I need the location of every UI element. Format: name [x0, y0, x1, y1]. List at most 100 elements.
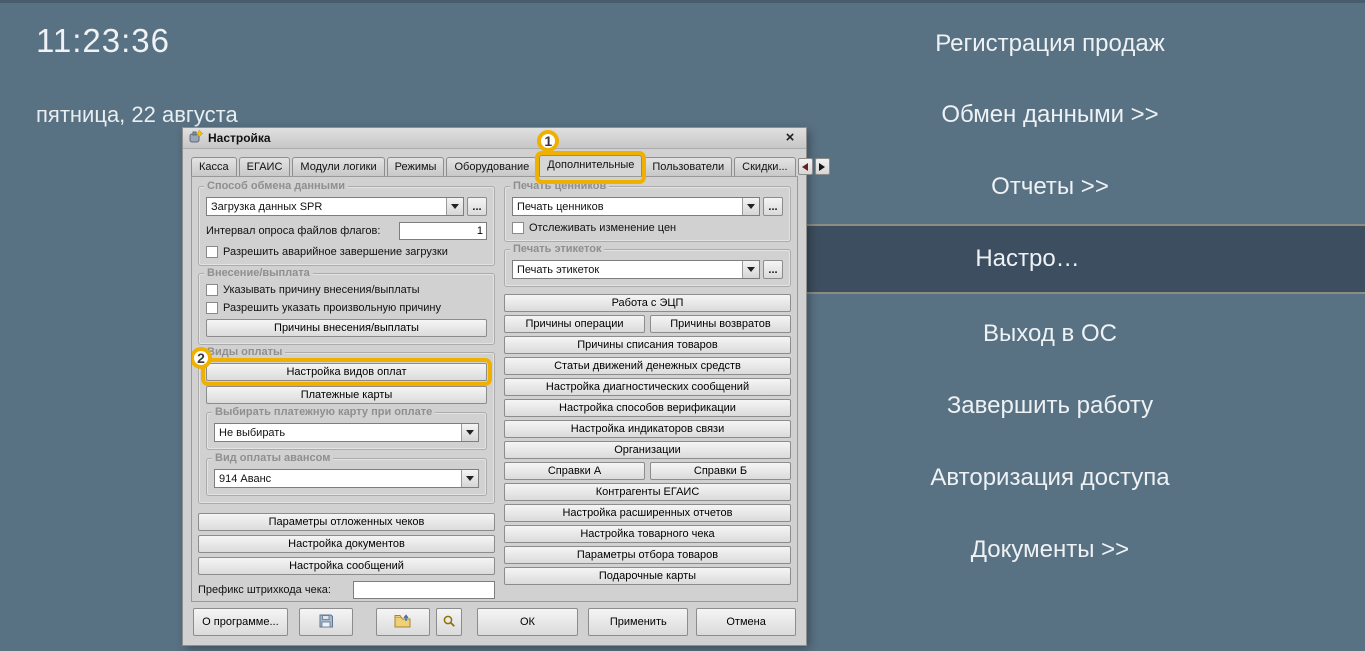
payment-cards-button[interactable]: Платежные карты [206, 386, 487, 404]
group-label-print-title: Печать этикеток [510, 243, 604, 255]
price-tags-value: Печать ценников [513, 198, 742, 215]
dialog-titlebar[interactable]: Настройка × [183, 128, 806, 149]
cashflow-articles-button[interactable]: Статьи движений денежных средств [504, 357, 791, 375]
cash-reasons-button[interactable]: Причины внесения/выплаты [206, 319, 487, 337]
custom-reason-checkbox[interactable] [206, 302, 218, 314]
card-select-dropdown-button[interactable] [461, 424, 478, 441]
label-print-combobox[interactable]: Печать этикеток [512, 260, 760, 279]
advance-payment-value: 914 Аванс [215, 470, 461, 487]
exchange-method-combobox[interactable]: Загрузка данных SPR [206, 197, 464, 216]
extended-reports-button[interactable]: Настройка расширенных отчетов [504, 504, 791, 522]
operation-reasons-button[interactable]: Причины операции [504, 315, 645, 333]
link-indicators-button[interactable]: Настройка индикаторов связи [504, 420, 791, 438]
tab-egais[interactable]: ЕГАИС [239, 157, 291, 176]
price-tags-dropdown-button[interactable] [742, 198, 759, 215]
spravki-a-button[interactable]: Справки А [504, 462, 645, 480]
tab-kassa[interactable]: Касса [191, 157, 237, 176]
card-select-combobox[interactable]: Не выбирать [214, 423, 479, 442]
menu-item-exit-os[interactable]: Выход в ОС [735, 316, 1365, 352]
search-icon [442, 614, 456, 631]
track-price-change-checkbox-label: Отслеживать изменение цен [529, 222, 676, 234]
menu-item-data-exchange[interactable]: Обмен данными >> [735, 97, 1365, 133]
settings-app-icon [189, 130, 203, 147]
tab-dopolnitelnye-label: Дополнительные [547, 159, 634, 171]
menu-item-documents[interactable]: Документы >> [735, 532, 1365, 568]
exchange-method-ellipsis-button[interactable]: ... [467, 197, 487, 216]
tab-scroll-arrows [798, 158, 830, 176]
group-card-select: Выбирать платежную карту при оплате Не в… [206, 412, 487, 450]
price-tags-combobox[interactable]: Печать ценников [512, 197, 760, 216]
label-print-ellipsis-button[interactable]: ... [763, 260, 783, 279]
chevron-down-icon [451, 204, 459, 209]
cash-reason-checkbox[interactable] [206, 284, 218, 296]
floppy-save-icon [318, 613, 334, 632]
receipt-setup-button[interactable]: Настройка товарного чека [504, 525, 791, 543]
group-cash-in-out-title: Внесение/выплата [204, 267, 313, 279]
deferred-receipts-button[interactable]: Параметры отложенных чеков [198, 513, 495, 531]
menu-item-shutdown[interactable]: Завершить работу [735, 388, 1365, 424]
group-price-tags: Печать ценников Печать ценников ... Отсл… [504, 186, 791, 242]
about-button[interactable]: О программе... [193, 608, 288, 636]
arrow-left-icon [802, 163, 808, 171]
dialog-footer: О программе... [183, 602, 806, 645]
group-label-print: Печать этикеток Печать этикеток ... [504, 249, 791, 287]
group-price-tags-title: Печать ценников [510, 180, 609, 192]
group-exchange-method: Способ обмена данными Загрузка данных SP… [198, 186, 495, 266]
reasons-button-pair: Причины операции Причины возвратов [504, 315, 791, 333]
open-folder-button[interactable] [376, 608, 430, 636]
menu-item-registration[interactable]: Регистрация продаж [735, 26, 1365, 62]
tab-moduli-logiki[interactable]: Модули логики [292, 157, 384, 176]
payment-types-setup-button[interactable]: Настройка видов оплат [206, 363, 487, 381]
card-select-value: Не выбирать [215, 424, 461, 441]
label-print-dropdown-button[interactable] [742, 261, 759, 278]
goods-filter-button[interactable]: Параметры отбора товаров [504, 546, 791, 564]
group-advance-payment-title: Вид оплаты авансом [212, 452, 333, 464]
barcode-prefix-input[interactable] [353, 581, 495, 599]
messages-setup-button[interactable]: Настройка сообщений [198, 557, 495, 575]
save-button[interactable] [299, 608, 353, 636]
egais-contractors-button[interactable]: Контрагенты ЕГАИС [504, 483, 791, 501]
verification-methods-button[interactable]: Настройка способов верификации [504, 399, 791, 417]
chevron-down-icon [466, 476, 474, 481]
close-icon[interactable]: × [780, 128, 800, 148]
tab-polzovateli[interactable]: Пользователи [644, 157, 732, 176]
search-button[interactable] [436, 608, 462, 636]
return-reasons-button[interactable]: Причины возвратов [650, 315, 791, 333]
tab-oborudovanie[interactable]: Оборудование [446, 157, 537, 176]
advance-payment-dropdown-button[interactable] [461, 470, 478, 487]
advance-payment-combobox[interactable]: 914 Аванс [214, 469, 479, 488]
abort-load-checkbox[interactable] [206, 246, 218, 258]
arrow-right-icon [819, 163, 825, 171]
clock: 11:23:36 [36, 22, 170, 60]
right-column: Печать ценников Печать ценников ... Отсл… [504, 186, 791, 595]
diagnostic-messages-button[interactable]: Настройка диагностических сообщений [504, 378, 791, 396]
exchange-method-dropdown-button[interactable] [446, 198, 463, 215]
spravki-b-button[interactable]: Справки Б [650, 462, 791, 480]
cash-reason-checkbox-label: Указывать причину внесения/выплаты [223, 284, 419, 296]
tab-skidki[interactable]: Скидки... [734, 157, 795, 176]
chevron-down-icon [466, 430, 474, 435]
tab-rezhimy[interactable]: Режимы [387, 157, 445, 176]
exchange-method-value: Загрузка данных SPR [207, 198, 446, 215]
cancel-button[interactable]: Отмена [696, 608, 796, 636]
chevron-down-icon [747, 204, 755, 209]
group-exchange-method-title: Способ обмена данными [204, 180, 348, 192]
group-payment-types-title: Виды оплаты [204, 346, 285, 358]
dialog-tabstrip: Касса ЕГАИС Модули логики Режимы Оборудо… [183, 149, 806, 176]
ecp-button[interactable]: Работа с ЭЦП [504, 294, 791, 312]
organizations-button[interactable]: Организации [504, 441, 791, 459]
ok-button[interactable]: ОК [477, 608, 579, 636]
apply-button[interactable]: Применить [588, 608, 688, 636]
tab-dopolnitelnye[interactable]: Дополнительные 1 [539, 155, 642, 176]
documents-setup-button[interactable]: Настройка документов [198, 535, 495, 553]
interval-input[interactable] [399, 222, 487, 240]
dialog-title: Настройка [208, 131, 271, 145]
price-tags-ellipsis-button[interactable]: ... [763, 197, 783, 216]
tab-scroll-left-button[interactable] [798, 158, 813, 175]
menu-item-authorization[interactable]: Авторизация доступа [735, 460, 1365, 496]
track-price-change-checkbox[interactable] [512, 222, 524, 234]
gift-cards-button[interactable]: Подарочные карты [504, 567, 791, 585]
group-advance-payment: Вид оплаты авансом 914 Аванс [206, 458, 487, 496]
writeoff-reasons-button[interactable]: Причины списания товаров [504, 336, 791, 354]
tab-scroll-right-button[interactable] [815, 158, 830, 175]
